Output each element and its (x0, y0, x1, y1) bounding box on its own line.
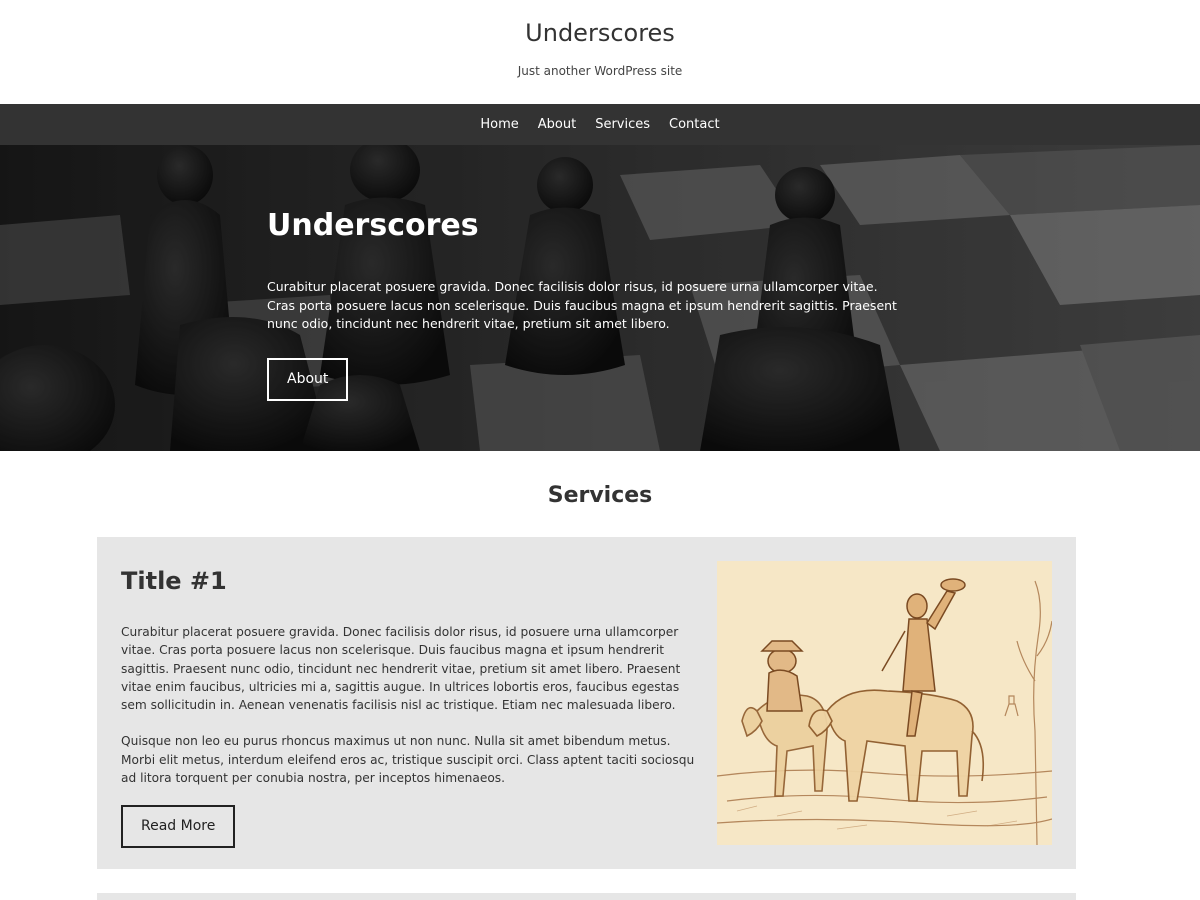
next-service-card (97, 893, 1076, 900)
service-card: Title #1 Curabitur placerat posuere grav… (97, 537, 1076, 869)
hero-section: Underscores Curabitur placerat posuere g… (0, 145, 1200, 451)
site-header: Underscores Just another WordPress site (0, 0, 1200, 104)
hero-text: Curabitur placerat posuere gravida. Done… (267, 279, 897, 331)
site-title[interactable]: Underscores (0, 17, 1200, 49)
nav-item-home[interactable]: Home (480, 104, 518, 145)
nav-item-contact[interactable]: Contact (669, 104, 720, 145)
nav-item-about[interactable]: About (538, 104, 576, 145)
hero-content: Underscores Curabitur placerat posuere g… (267, 207, 907, 401)
services-heading: Services (547, 483, 653, 508)
read-more-button[interactable]: Read More (121, 805, 236, 849)
main-navigation: Home About Services Contact (0, 104, 1200, 145)
service-card-text: Title #1 Curabitur placerat posuere grav… (121, 565, 696, 849)
service-illustration-image (717, 561, 1052, 845)
service-title: Title #1 (121, 567, 227, 595)
site-description: Just another WordPress site (517, 64, 683, 78)
don-quixote-sketch-image (717, 561, 1052, 845)
nav-item-services[interactable]: Services (595, 104, 650, 145)
hero-title: Underscores (267, 208, 479, 243)
service-paragraph: Quisque non leo eu purus rhoncus maximus… (121, 734, 695, 786)
hero-about-button[interactable]: About (267, 357, 349, 401)
service-paragraph: Curabitur placerat posuere gravida. Done… (121, 625, 681, 713)
